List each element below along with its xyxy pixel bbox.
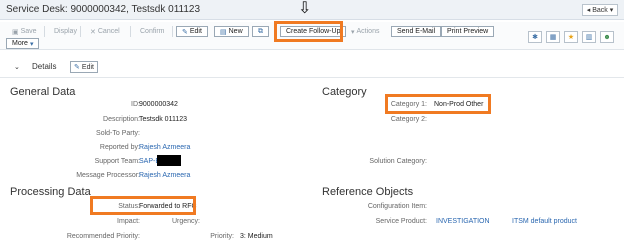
general-data-heading: General Data (10, 86, 76, 98)
send-email-button[interactable]: Send E-Mail (391, 26, 442, 37)
reported-by-label: Reported by: (99, 144, 140, 151)
grid-icon[interactable]: ▦ (546, 31, 560, 43)
favorite-icon[interactable]: ★ (564, 31, 578, 43)
copy-button[interactable]: ⧉ (252, 26, 269, 37)
reference-objects-heading: Reference Objects (322, 186, 414, 198)
highlight-box (385, 94, 491, 114)
details-edit-button[interactable]: ✎ Edit (70, 61, 98, 73)
close-icon: ✕ (90, 28, 96, 36)
back-button[interactable]: ◂ Back ▾ (582, 4, 618, 16)
service-product-link[interactable]: INVESTIGATION (436, 218, 490, 225)
back-label: Back (592, 6, 608, 14)
chevron-down-icon: ▾ (29, 40, 34, 48)
save-icon: ▣ (12, 28, 19, 36)
separator (130, 26, 131, 37)
separator (80, 26, 81, 37)
configuration-item-label: Configuration Item: (367, 203, 427, 210)
description-value: Testsdk 011123 (139, 116, 187, 123)
title-bar: Service Desk: 9000000342, Testsdk 011123… (0, 0, 624, 20)
new-document-icon: ▤ (220, 28, 227, 36)
description-label: Description: (103, 116, 140, 123)
category2-label: Category 2: (390, 116, 427, 123)
edit-button[interactable]: ✎ Edit (176, 26, 208, 37)
print-preview-button[interactable]: Print Preview (441, 26, 495, 37)
display-button[interactable]: Display (48, 26, 83, 37)
solution-category-label: Solution Category: (369, 158, 427, 165)
chevron-down-icon: ▾ (351, 28, 355, 36)
user-icon[interactable]: ☻ (600, 31, 614, 43)
priority-value: 3: Medium (240, 233, 273, 240)
collapse-chevron-icon[interactable]: ⌄ (14, 63, 20, 71)
support-team-label: Support Team: (94, 158, 140, 165)
highlight-box (90, 196, 196, 215)
page-title: Service Desk: 9000000342, Testsdk 011123 (6, 4, 201, 15)
settings-icon[interactable]: ✱ (528, 31, 542, 43)
edit-icon: ✎ (182, 28, 188, 36)
details-title: Details (32, 62, 57, 71)
save-button[interactable]: ▣ Save (6, 26, 43, 37)
redaction-block (157, 155, 181, 166)
more-button[interactable]: More ▾ (6, 38, 40, 49)
cancel-button[interactable]: ✕ Cancel (84, 26, 126, 37)
id-label: ID: (131, 101, 140, 108)
service-product-description[interactable]: ITSM default product (512, 218, 577, 225)
id-value: 9000000342 (139, 101, 178, 108)
document-icon[interactable]: ▥ (582, 31, 596, 43)
edit-icon: ✎ (74, 64, 80, 71)
chevron-down-icon: ▾ (609, 7, 614, 14)
details-header: ⌄ Details ✎ Edit (0, 58, 624, 78)
new-button[interactable]: ▤ New (214, 26, 249, 37)
category-heading: Category (322, 86, 367, 98)
priority-label: Priority: (210, 233, 234, 240)
highlight-box (274, 21, 343, 42)
message-processor-link[interactable]: Rajesh Azmeera (139, 172, 190, 179)
sold-to-label: Sold-To Party: (96, 130, 140, 137)
urgency-label: Urgency: (171, 218, 200, 225)
pointer-arrow-icon: ⇩ (298, 0, 312, 17)
reported-by-link[interactable]: Rajesh Azmeera (139, 144, 190, 151)
actions-button[interactable]: ▾ Actions (345, 26, 385, 37)
confirm-button[interactable]: Confirm (134, 26, 171, 37)
copy-icon: ⧉ (258, 27, 263, 35)
message-processor-label: Message Processor: (76, 172, 140, 179)
service-product-label: Service Product: (375, 218, 427, 225)
back-arrow-icon: ◂ (586, 7, 591, 14)
separator (172, 26, 173, 37)
processing-data-heading: Processing Data (10, 186, 91, 198)
separator (44, 26, 45, 37)
